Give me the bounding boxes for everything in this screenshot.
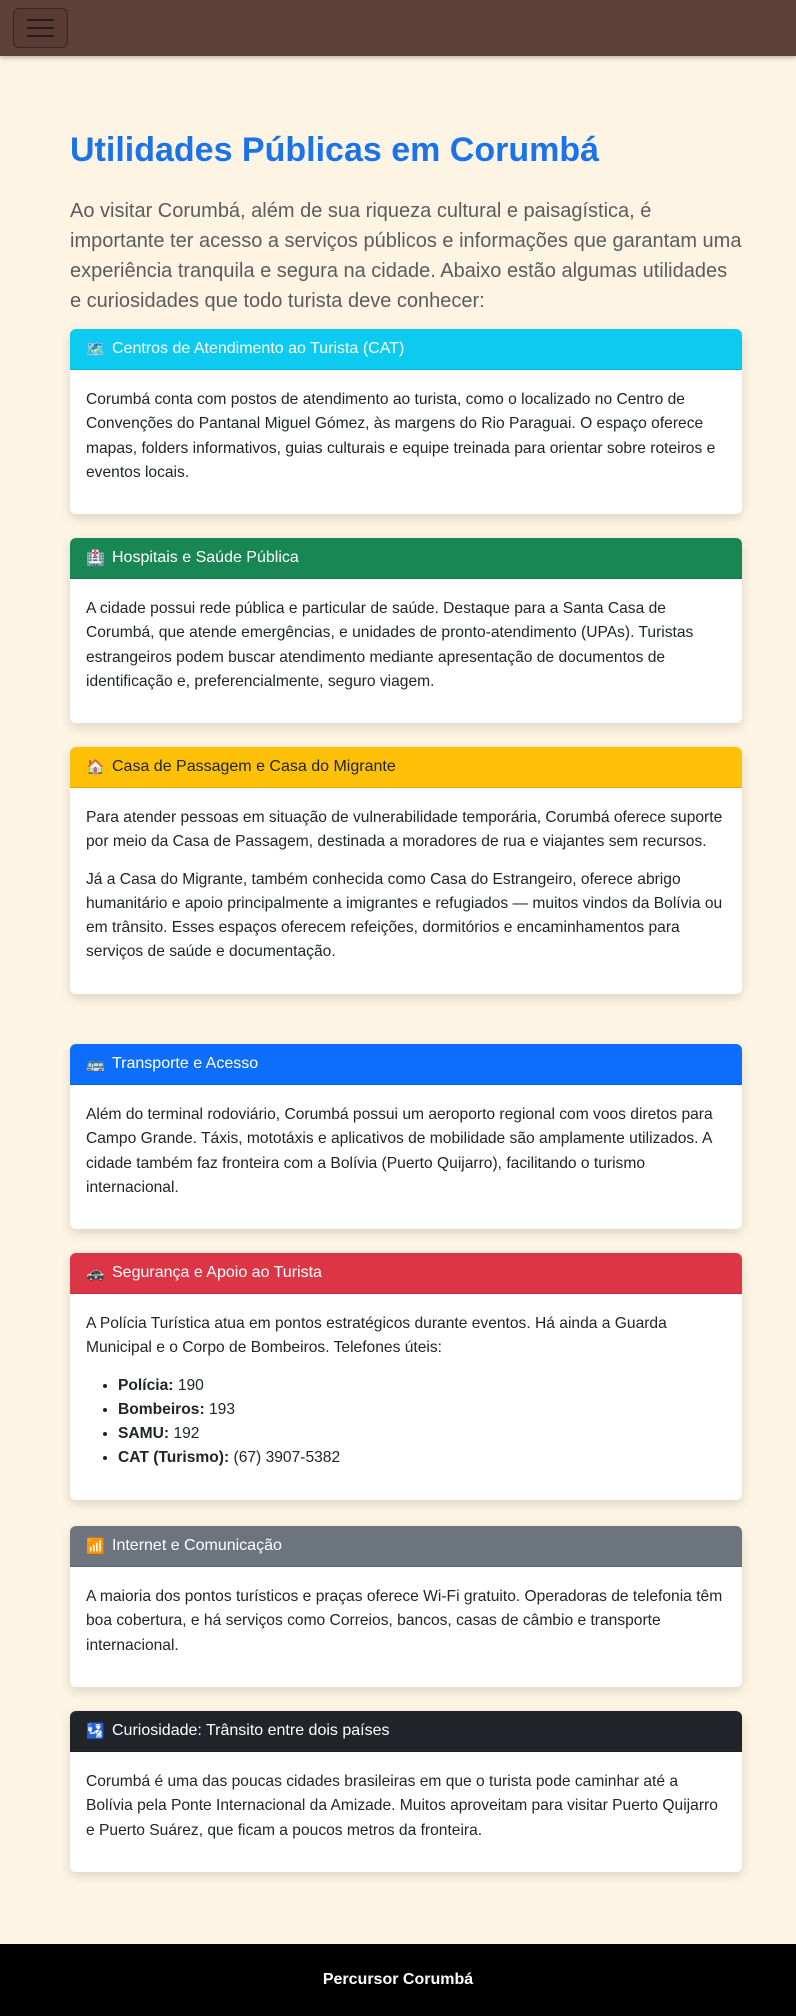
card-body: Corumbá é uma das poucas cidades brasile… [70, 1752, 742, 1872]
police-car-icon: 🚓 [86, 1265, 105, 1282]
intro-text: Ao visitar Corumbá, além de sua riqueza … [70, 200, 742, 312]
card-text: Corumbá conta com postos de atendimento … [86, 391, 716, 481]
phone-number: 190 [177, 1376, 204, 1394]
navbar [0, 0, 796, 56]
bus-icon: 🚌 [86, 1056, 105, 1073]
card-text: Para atender pessoas em situação de vuln… [86, 809, 723, 851]
card-body: Corumbá conta com postos de atendimento … [70, 370, 742, 514]
phone-label: SAMU: [118, 1425, 170, 1443]
card-header: 🛂 Curiosidade: Trânsito entre dois paíse… [70, 1711, 742, 1752]
card-title: Transporte e Acesso [112, 1055, 259, 1072]
card-transporte: 🚌 Transporte e Acesso Além do terminal r… [70, 1044, 742, 1230]
card-header: 🏠 Casa de Passagem e Casa do Migrante [70, 747, 742, 788]
card-header: 📶 Internet e Comunicação [70, 1526, 742, 1567]
hospital-icon: 🏥 [86, 550, 105, 567]
card-title: Internet e Comunicação [112, 1537, 282, 1554]
card-title: Centros de Atendimento ao Turista (CAT) [112, 340, 405, 357]
phone-number: (67) 3907-5382 [233, 1449, 341, 1467]
phone-label: Bombeiros: [118, 1400, 205, 1418]
list-item: Bombeiros: 193 [118, 1398, 726, 1422]
hamburger-icon [27, 35, 54, 37]
card-body: Para atender pessoas em situação de vuln… [70, 788, 742, 994]
card-body: A maioria dos pontos turísticos e praças… [70, 1567, 742, 1687]
card-text: Além do terminal rodoviário, Corumbá pos… [86, 1106, 713, 1196]
hamburger-icon [27, 27, 54, 29]
house-icon: 🏠 [86, 759, 105, 776]
card-body: A Polícia Turística atua em pontos estra… [70, 1294, 742, 1500]
phone-label: Polícia: [118, 1376, 174, 1394]
phone-list: Polícia: 190 Bombeiros: 193 SAMU: 192 CA… [86, 1374, 726, 1471]
card-cat: 🗺️ Centros de Atendimento ao Turista (CA… [70, 329, 742, 515]
card-header: 🚓 Segurança e Apoio ao Turista [70, 1253, 742, 1294]
card-text: A maioria dos pontos turísticos e praças… [86, 1588, 723, 1654]
card-text: Já a Casa do Migrante, também conhecida … [86, 870, 723, 961]
navbar-toggle-button[interactable] [13, 8, 68, 48]
phone-number: 192 [173, 1425, 200, 1443]
passport-control-icon: 🛂 [86, 1723, 105, 1740]
card-header: 🏥 Hospitais e Saúde Pública [70, 538, 742, 579]
card-casa-passagem: 🏠 Casa de Passagem e Casa do Migrante Pa… [70, 747, 742, 994]
card-body: A cidade possui rede pública e particula… [70, 579, 742, 723]
footer-text: Percursor Corumbá [322, 1971, 474, 1988]
footer: Percursor Corumbá [0, 1944, 796, 2016]
card-header: 🗺️ Centros de Atendimento ao Turista (CA… [70, 329, 742, 370]
card-text: Corumbá é uma das poucas cidades brasile… [86, 1773, 718, 1839]
card-text: A cidade possui rede pública e particula… [86, 600, 694, 690]
card-text: A Polícia Turística atua em pontos estra… [86, 1315, 667, 1357]
card-title: Hospitais e Saúde Pública [112, 549, 299, 566]
card-internet: 📶 Internet e Comunicação A maioria dos p… [70, 1526, 742, 1687]
card-title: Curiosidade: Trânsito entre dois países [112, 1722, 390, 1739]
card-body: Além do terminal rodoviário, Corumbá pos… [70, 1085, 742, 1229]
list-item: SAMU: 192 [118, 1422, 726, 1446]
card-seguranca: 🚓 Segurança e Apoio ao Turista A Polícia… [70, 1253, 742, 1500]
phone-number: 193 [209, 1400, 236, 1418]
card-header: 🚌 Transporte e Acesso [70, 1044, 742, 1085]
hamburger-icon [27, 19, 54, 21]
card-saude: 🏥 Hospitais e Saúde Pública A cidade pos… [70, 538, 742, 724]
list-item: CAT (Turismo): (67) 3907-5382 [118, 1446, 726, 1470]
signal-icon: 📶 [86, 1538, 105, 1555]
main-content: Utilidades Públicas em Corumbá Ao visita… [70, 128, 742, 330]
card-curiosidade: 🛂 Curiosidade: Trânsito entre dois paíse… [70, 1711, 742, 1872]
card-title: Casa de Passagem e Casa do Migrante [112, 758, 396, 775]
card-title: Segurança e Apoio ao Turista [112, 1264, 322, 1281]
list-item: Polícia: 190 [118, 1374, 726, 1398]
map-icon: 🗺️ [86, 341, 105, 358]
page-title: Utilidades Públicas em Corumbá [70, 131, 600, 169]
phone-label: CAT (Turismo): [118, 1449, 230, 1467]
